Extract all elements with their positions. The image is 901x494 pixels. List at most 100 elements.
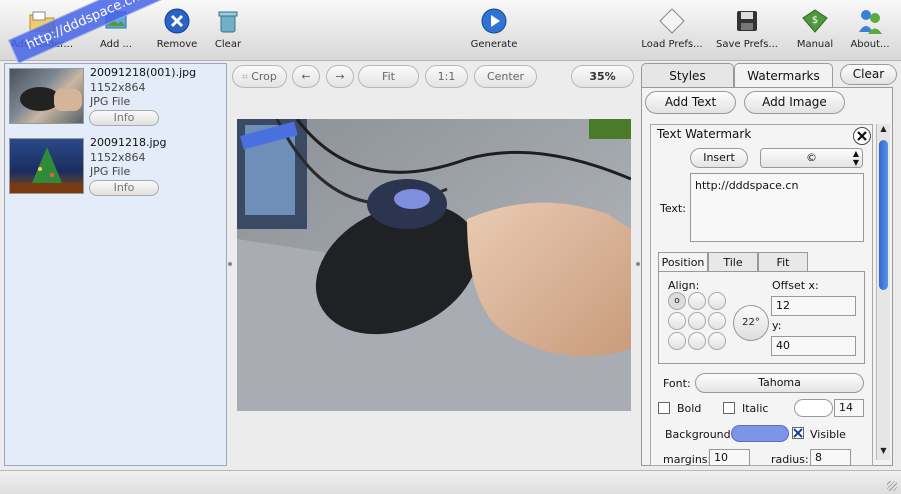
scroll-thumb[interactable] (879, 140, 888, 290)
one-to-one-button[interactable]: 1:1 (425, 65, 468, 88)
rotation-dial[interactable]: 22° (733, 305, 769, 341)
info-button[interactable]: Info (89, 180, 159, 196)
list-item[interactable]: 20091218(001).jpg 1152x864 JPG File Info (5, 64, 226, 130)
add-files-label: Add ... (99, 39, 133, 50)
undo-button[interactable]: ← (292, 65, 320, 88)
scroll-up-arrow-icon[interactable]: ▲ (878, 124, 889, 136)
align-middle-right[interactable] (708, 312, 726, 330)
clear-watermarks-button[interactable]: Clear (840, 64, 897, 85)
watermark-text-input[interactable]: http://dddspace.cn (690, 173, 864, 242)
generate-button[interactable]: Generate (470, 6, 518, 58)
visible-checkbox[interactable] (792, 427, 804, 439)
load-prefs-label: Load Prefs... (641, 39, 703, 50)
file-type: JPG File (90, 165, 131, 178)
scanner-thumbnail-icon (20, 87, 82, 111)
crop-icon: ⌗ (242, 72, 248, 83)
tab-watermarks[interactable]: Watermarks (734, 63, 833, 88)
radius-label: radius: (771, 453, 809, 466)
image-preview[interactable] (237, 119, 631, 411)
remove-icon (164, 8, 190, 34)
insert-button[interactable]: Insert (690, 148, 748, 168)
left-splitter-handle[interactable] (228, 262, 232, 266)
text-watermark-title: Text Watermark (657, 127, 752, 141)
file-name: 20091218.jpg (90, 136, 167, 149)
save-prefs-button[interactable]: Save Prefs... (716, 6, 778, 58)
italic-label: Italic (742, 402, 769, 415)
remove-button[interactable]: Remove (155, 6, 199, 58)
crop-label: Crop (251, 70, 277, 83)
redo-arrow-icon: → (335, 70, 345, 83)
add-text-button[interactable]: Add Text (645, 91, 736, 114)
close-watermark-button[interactable] (853, 127, 871, 145)
symbol-value: © (806, 151, 817, 164)
clear-button[interactable]: Clear (210, 6, 246, 58)
about-label: About... (850, 39, 890, 50)
text-color-swatch[interactable] (794, 399, 833, 417)
file-dimensions: 1152x864 (90, 151, 146, 164)
offset-y-label: y: (772, 319, 782, 332)
margins-input[interactable]: 10 (709, 449, 750, 466)
about-people-icon (859, 10, 882, 34)
file-type: JPG File (90, 95, 131, 108)
info-button[interactable]: Info (89, 110, 159, 126)
image-thumbnail (9, 138, 84, 194)
align-label: Align: (668, 279, 700, 292)
align-bottom-center[interactable] (688, 332, 706, 350)
scroll-down-arrow-icon[interactable]: ▼ (878, 446, 889, 458)
align-bottom-left[interactable] (668, 332, 686, 350)
check-x-icon (793, 428, 803, 438)
align-middle-center[interactable] (688, 312, 706, 330)
zoom-level[interactable]: 35% (571, 65, 634, 88)
background-color-swatch[interactable] (731, 425, 789, 442)
generate-label: Generate (470, 39, 518, 50)
align-top-center[interactable] (688, 292, 706, 310)
manual-book-icon: $ (802, 9, 828, 33)
save-prefs-label: Save Prefs... (716, 39, 778, 50)
crop-button[interactable]: ⌗ Crop (232, 65, 287, 88)
select-arrows-icon: ▲ ▼ (852, 149, 859, 167)
align-top-right[interactable] (708, 292, 726, 310)
load-prefs-button[interactable]: Load Prefs... (641, 6, 703, 58)
font-select[interactable]: Tahoma (695, 373, 864, 393)
bold-checkbox[interactable] (658, 402, 670, 414)
tab-fit[interactable]: Fit (758, 252, 808, 272)
preview-photo (237, 119, 631, 411)
resize-grip-icon[interactable] (887, 481, 897, 491)
center-button[interactable]: Center (474, 65, 537, 88)
trash-icon (218, 11, 238, 33)
offset-x-input[interactable]: 12 (771, 296, 856, 316)
italic-checkbox[interactable] (723, 402, 735, 414)
offset-y-input[interactable]: 40 (771, 336, 856, 356)
watermark-scrollbar[interactable]: ▲ ▼ (876, 124, 890, 460)
svg-text:$: $ (812, 15, 818, 26)
right-splitter-handle[interactable] (636, 262, 640, 266)
font-size-input[interactable]: 14 (834, 399, 864, 417)
text-label: Text: (660, 202, 686, 215)
fit-button[interactable]: Fit (358, 65, 419, 88)
list-item[interactable]: 20091218.jpg 1152x864 JPG File Info (5, 134, 226, 200)
tab-tile[interactable]: Tile (708, 252, 758, 272)
radius-input[interactable]: 8 (810, 449, 851, 466)
align-top-left[interactable]: o (668, 292, 686, 310)
file-dimensions: 1152x864 (90, 81, 146, 94)
undo-arrow-icon: ← (301, 70, 311, 83)
about-button[interactable]: About... (848, 6, 892, 58)
image-thumbnail (9, 68, 84, 124)
save-disk-icon (737, 11, 757, 31)
play-icon (481, 8, 507, 34)
redo-button[interactable]: → (326, 65, 354, 88)
manual-button[interactable]: $ Manual (794, 6, 836, 58)
add-image-button[interactable]: Add Image (744, 91, 845, 114)
file-name: 20091218(001).jpg (90, 66, 197, 79)
tree-thumbnail-icon (10, 147, 83, 193)
offset-x-label: Offset x: (772, 279, 819, 292)
align-middle-left[interactable] (668, 312, 686, 330)
load-prefs-icon (659, 8, 685, 34)
symbol-select[interactable]: © ▲ ▼ (760, 148, 863, 168)
remove-label: Remove (156, 39, 198, 50)
tab-position[interactable]: Position (658, 252, 708, 272)
background-label: Background: (665, 428, 735, 441)
align-bottom-right[interactable] (708, 332, 726, 350)
close-icon (857, 131, 867, 141)
tab-styles[interactable]: Styles (641, 63, 734, 88)
